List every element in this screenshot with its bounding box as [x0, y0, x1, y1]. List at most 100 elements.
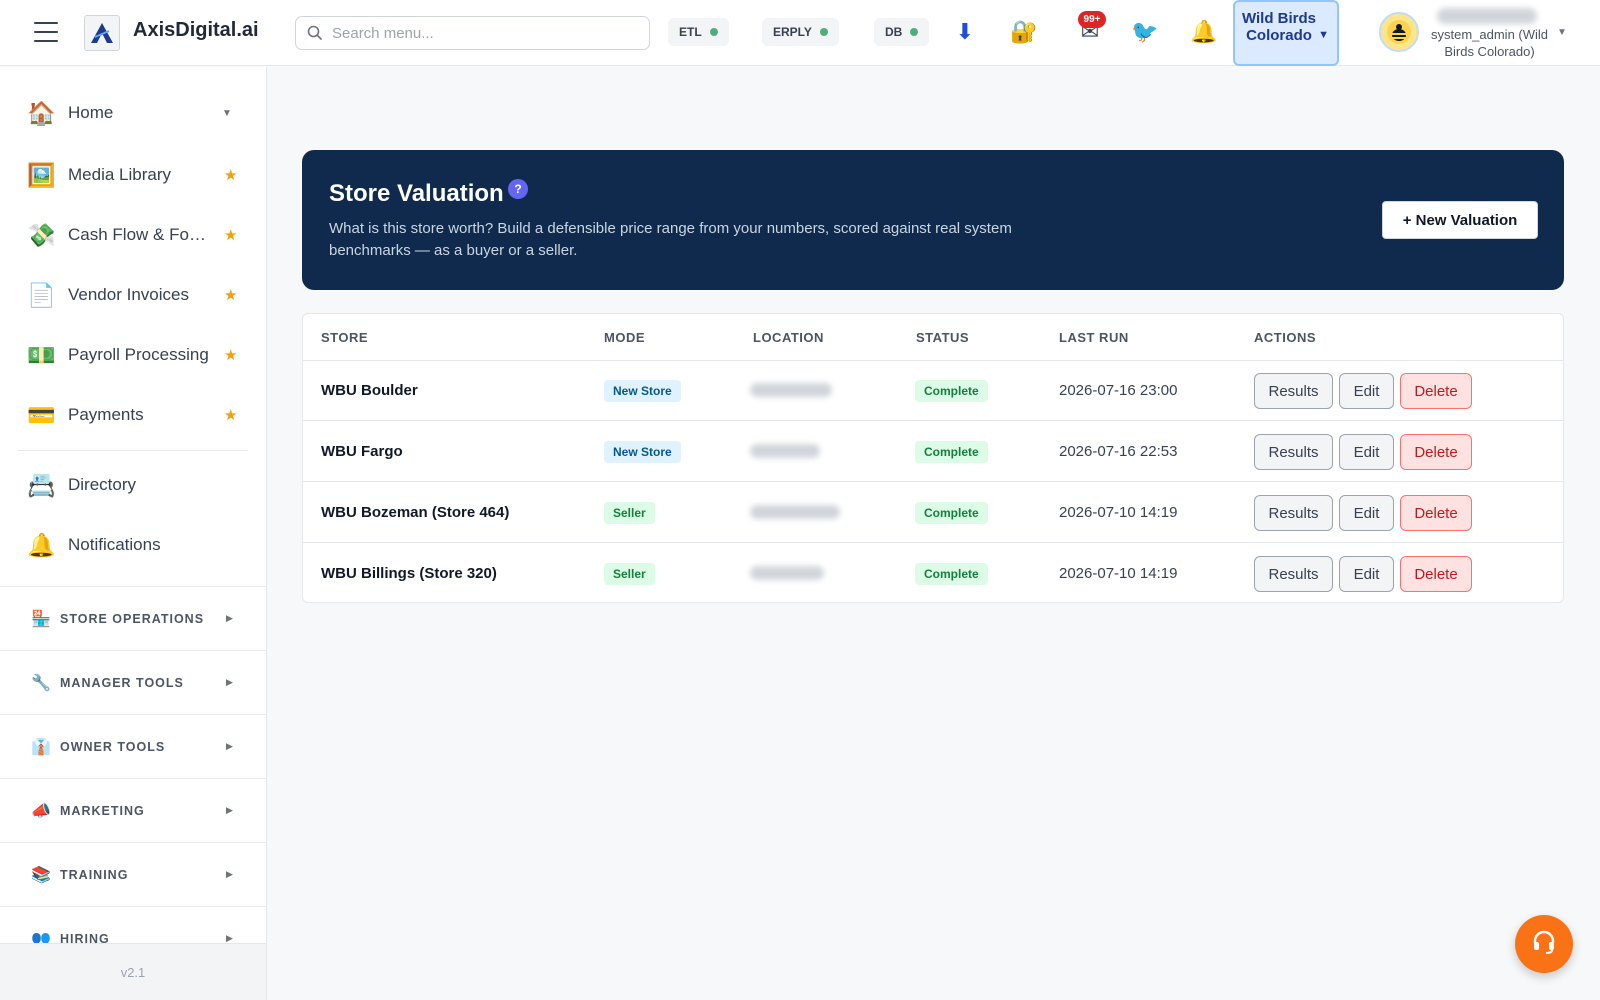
store-switcher-label: Wild Birds Colorado	[1241, 10, 1317, 44]
hamburger-menu-icon[interactable]	[34, 22, 58, 42]
card-index-icon: 📇	[27, 471, 56, 498]
chevron-right-icon: ▶	[226, 613, 233, 623]
document-icon: 📄	[27, 281, 56, 308]
etl-status-pill[interactable]: ETL	[668, 18, 729, 46]
results-button[interactable]: Results	[1254, 373, 1333, 409]
support-chat-button[interactable]	[1515, 915, 1573, 973]
results-button[interactable]: Results	[1254, 434, 1333, 470]
column-header-store: STORE	[321, 330, 369, 345]
sidebar-item-label: Notifications	[68, 535, 161, 554]
chevron-right-icon: ▶	[226, 677, 233, 687]
chevron-down-icon[interactable]: ▼	[222, 108, 232, 119]
sidebar-section-marketing[interactable]: 📣 MARKETING ▶	[0, 778, 266, 842]
status-badge: Complete	[915, 563, 988, 585]
erply-status-pill[interactable]: ERPLY	[762, 18, 839, 46]
sidebar-item-directory[interactable]: 📇 Directory	[0, 455, 266, 515]
sidebar-item-label: Vendor Invoices	[68, 285, 189, 304]
star-icon[interactable]: ★	[224, 406, 237, 424]
sidebar-item-vendor-invoices[interactable]: 📄 Vendor Invoices ★	[0, 265, 266, 325]
results-button[interactable]: Results	[1254, 495, 1333, 531]
edit-button[interactable]: Edit	[1339, 495, 1394, 531]
top-bar: AxisDigital.ai ETL ERPLY DB ⬇ 🔐 ✉ 99+ 🐦 …	[0, 0, 1600, 66]
section-label: STORE OPERATIONS	[60, 611, 205, 626]
sidebar-item-label: Media Library	[68, 165, 171, 184]
location-redacted	[750, 505, 840, 519]
star-icon[interactable]: ★	[224, 226, 237, 244]
db-status-pill[interactable]: DB	[874, 18, 930, 46]
edit-button[interactable]: Edit	[1339, 373, 1394, 409]
last-run: 2026-07-10 14:19	[1059, 504, 1178, 521]
mode-badge: Seller	[604, 563, 655, 585]
column-header-last-run: LAST RUN	[1059, 330, 1129, 345]
sidebar-section-manager-tools[interactable]: 🔧 MANAGER TOOLS ▶	[0, 650, 266, 714]
sidebar-item-label: Payments	[68, 405, 144, 424]
sidebar-item-home[interactable]: 🏠 Home ▼	[0, 83, 266, 143]
valuations-table: STORE MODE LOCATION STATUS LAST RUN ACTI…	[302, 313, 1564, 603]
store-valuation-banner: Store Valuation What is this store worth…	[302, 150, 1564, 290]
db-label: DB	[885, 25, 903, 39]
books-icon: 📚	[31, 866, 51, 884]
table-row: WBU Fargo New Store Complete 2026-07-16 …	[303, 422, 1563, 482]
search-input[interactable]	[332, 24, 649, 42]
store-name[interactable]: WBU Boulder	[321, 382, 418, 399]
bell-icon[interactable]: 🔔	[1189, 18, 1219, 46]
headset-icon	[1530, 928, 1558, 961]
image-icon: 🖼️	[27, 161, 56, 188]
sidebar-item-media-library[interactable]: 🖼️ Media Library ★	[0, 145, 266, 205]
results-button[interactable]: Results	[1254, 556, 1333, 592]
user-name-redacted	[1437, 8, 1537, 24]
sidebar-section-store-operations[interactable]: 🏪 STORE OPERATIONS ▶	[0, 586, 266, 650]
store-name[interactable]: WBU Bozeman (Store 464)	[321, 504, 509, 521]
mail-count-badge: 99+	[1078, 11, 1106, 28]
sidebar-section-training[interactable]: 📚 TRAINING ▶	[0, 842, 266, 906]
store-name[interactable]: WBU Billings (Store 320)	[321, 565, 497, 582]
user-role[interactable]: system_admin (Wild Birds Colorado)	[1422, 26, 1557, 60]
star-icon[interactable]: ★	[224, 346, 237, 364]
chevron-right-icon: ▶	[226, 869, 233, 879]
wrench-icon: 🔧	[31, 674, 51, 692]
download-icon[interactable]: ⬇	[950, 18, 980, 46]
sidebar-item-payroll-processing[interactable]: 💵 Payroll Processing ★	[0, 325, 266, 385]
status-badge: Complete	[915, 380, 988, 402]
mode-badge: New Store	[604, 380, 681, 402]
delete-button[interactable]: Delete	[1400, 434, 1472, 470]
version-label: v2.1	[0, 943, 266, 1000]
sidebar-item-cash-flow[interactable]: 💸 Cash Flow & Forecast ★	[0, 205, 266, 265]
store-name[interactable]: WBU Fargo	[321, 443, 403, 460]
status-badge: Complete	[915, 441, 988, 463]
delete-button[interactable]: Delete	[1400, 556, 1472, 592]
delete-button[interactable]: Delete	[1400, 495, 1472, 531]
table-header: STORE MODE LOCATION STATUS LAST RUN ACTI…	[303, 314, 1563, 361]
search-box[interactable]	[295, 16, 650, 50]
edit-button[interactable]: Edit	[1339, 434, 1394, 470]
help-icon[interactable]: ?	[508, 179, 528, 199]
avatar[interactable]	[1379, 12, 1419, 52]
section-label: MARKETING	[60, 803, 145, 818]
edit-button[interactable]: Edit	[1339, 556, 1394, 592]
erply-label: ERPLY	[773, 25, 812, 39]
star-icon[interactable]: ★	[224, 286, 237, 304]
status-dot-icon	[819, 28, 828, 36]
last-run: 2026-07-16 23:00	[1059, 382, 1178, 399]
store-switcher[interactable]: Wild Birds Colorado ▼	[1233, 0, 1339, 66]
brand-logo[interactable]	[84, 15, 120, 51]
status-dot-icon	[709, 28, 718, 36]
location-redacted	[750, 383, 832, 397]
new-valuation-button[interactable]: + New Valuation	[1382, 201, 1538, 239]
chevron-down-icon[interactable]: ▼	[1557, 27, 1567, 38]
sidebar-item-label: Home	[68, 103, 114, 122]
table-row: WBU Boulder New Store Complete 2026-07-1…	[303, 361, 1563, 421]
bird-icon[interactable]: 🐦	[1130, 18, 1160, 46]
store-icon: 🏪	[31, 610, 51, 628]
sidebar-item-payments[interactable]: 💳 Payments ★	[0, 385, 266, 445]
sidebar-item-notifications[interactable]: 🔔 Notifications	[0, 515, 266, 575]
location-redacted	[750, 566, 824, 580]
last-run: 2026-07-10 14:19	[1059, 565, 1178, 582]
sidebar-section-owner-tools[interactable]: 👔 OWNER TOOLS ▶	[0, 714, 266, 778]
star-icon[interactable]: ★	[224, 166, 237, 184]
column-header-mode: MODE	[604, 330, 645, 345]
table-row: WBU Bozeman (Store 464) Seller Complete …	[303, 483, 1563, 543]
lock-icon[interactable]: 🔐	[1009, 18, 1039, 46]
delete-button[interactable]: Delete	[1400, 373, 1472, 409]
brand-name[interactable]: AxisDigital.ai	[133, 19, 259, 42]
